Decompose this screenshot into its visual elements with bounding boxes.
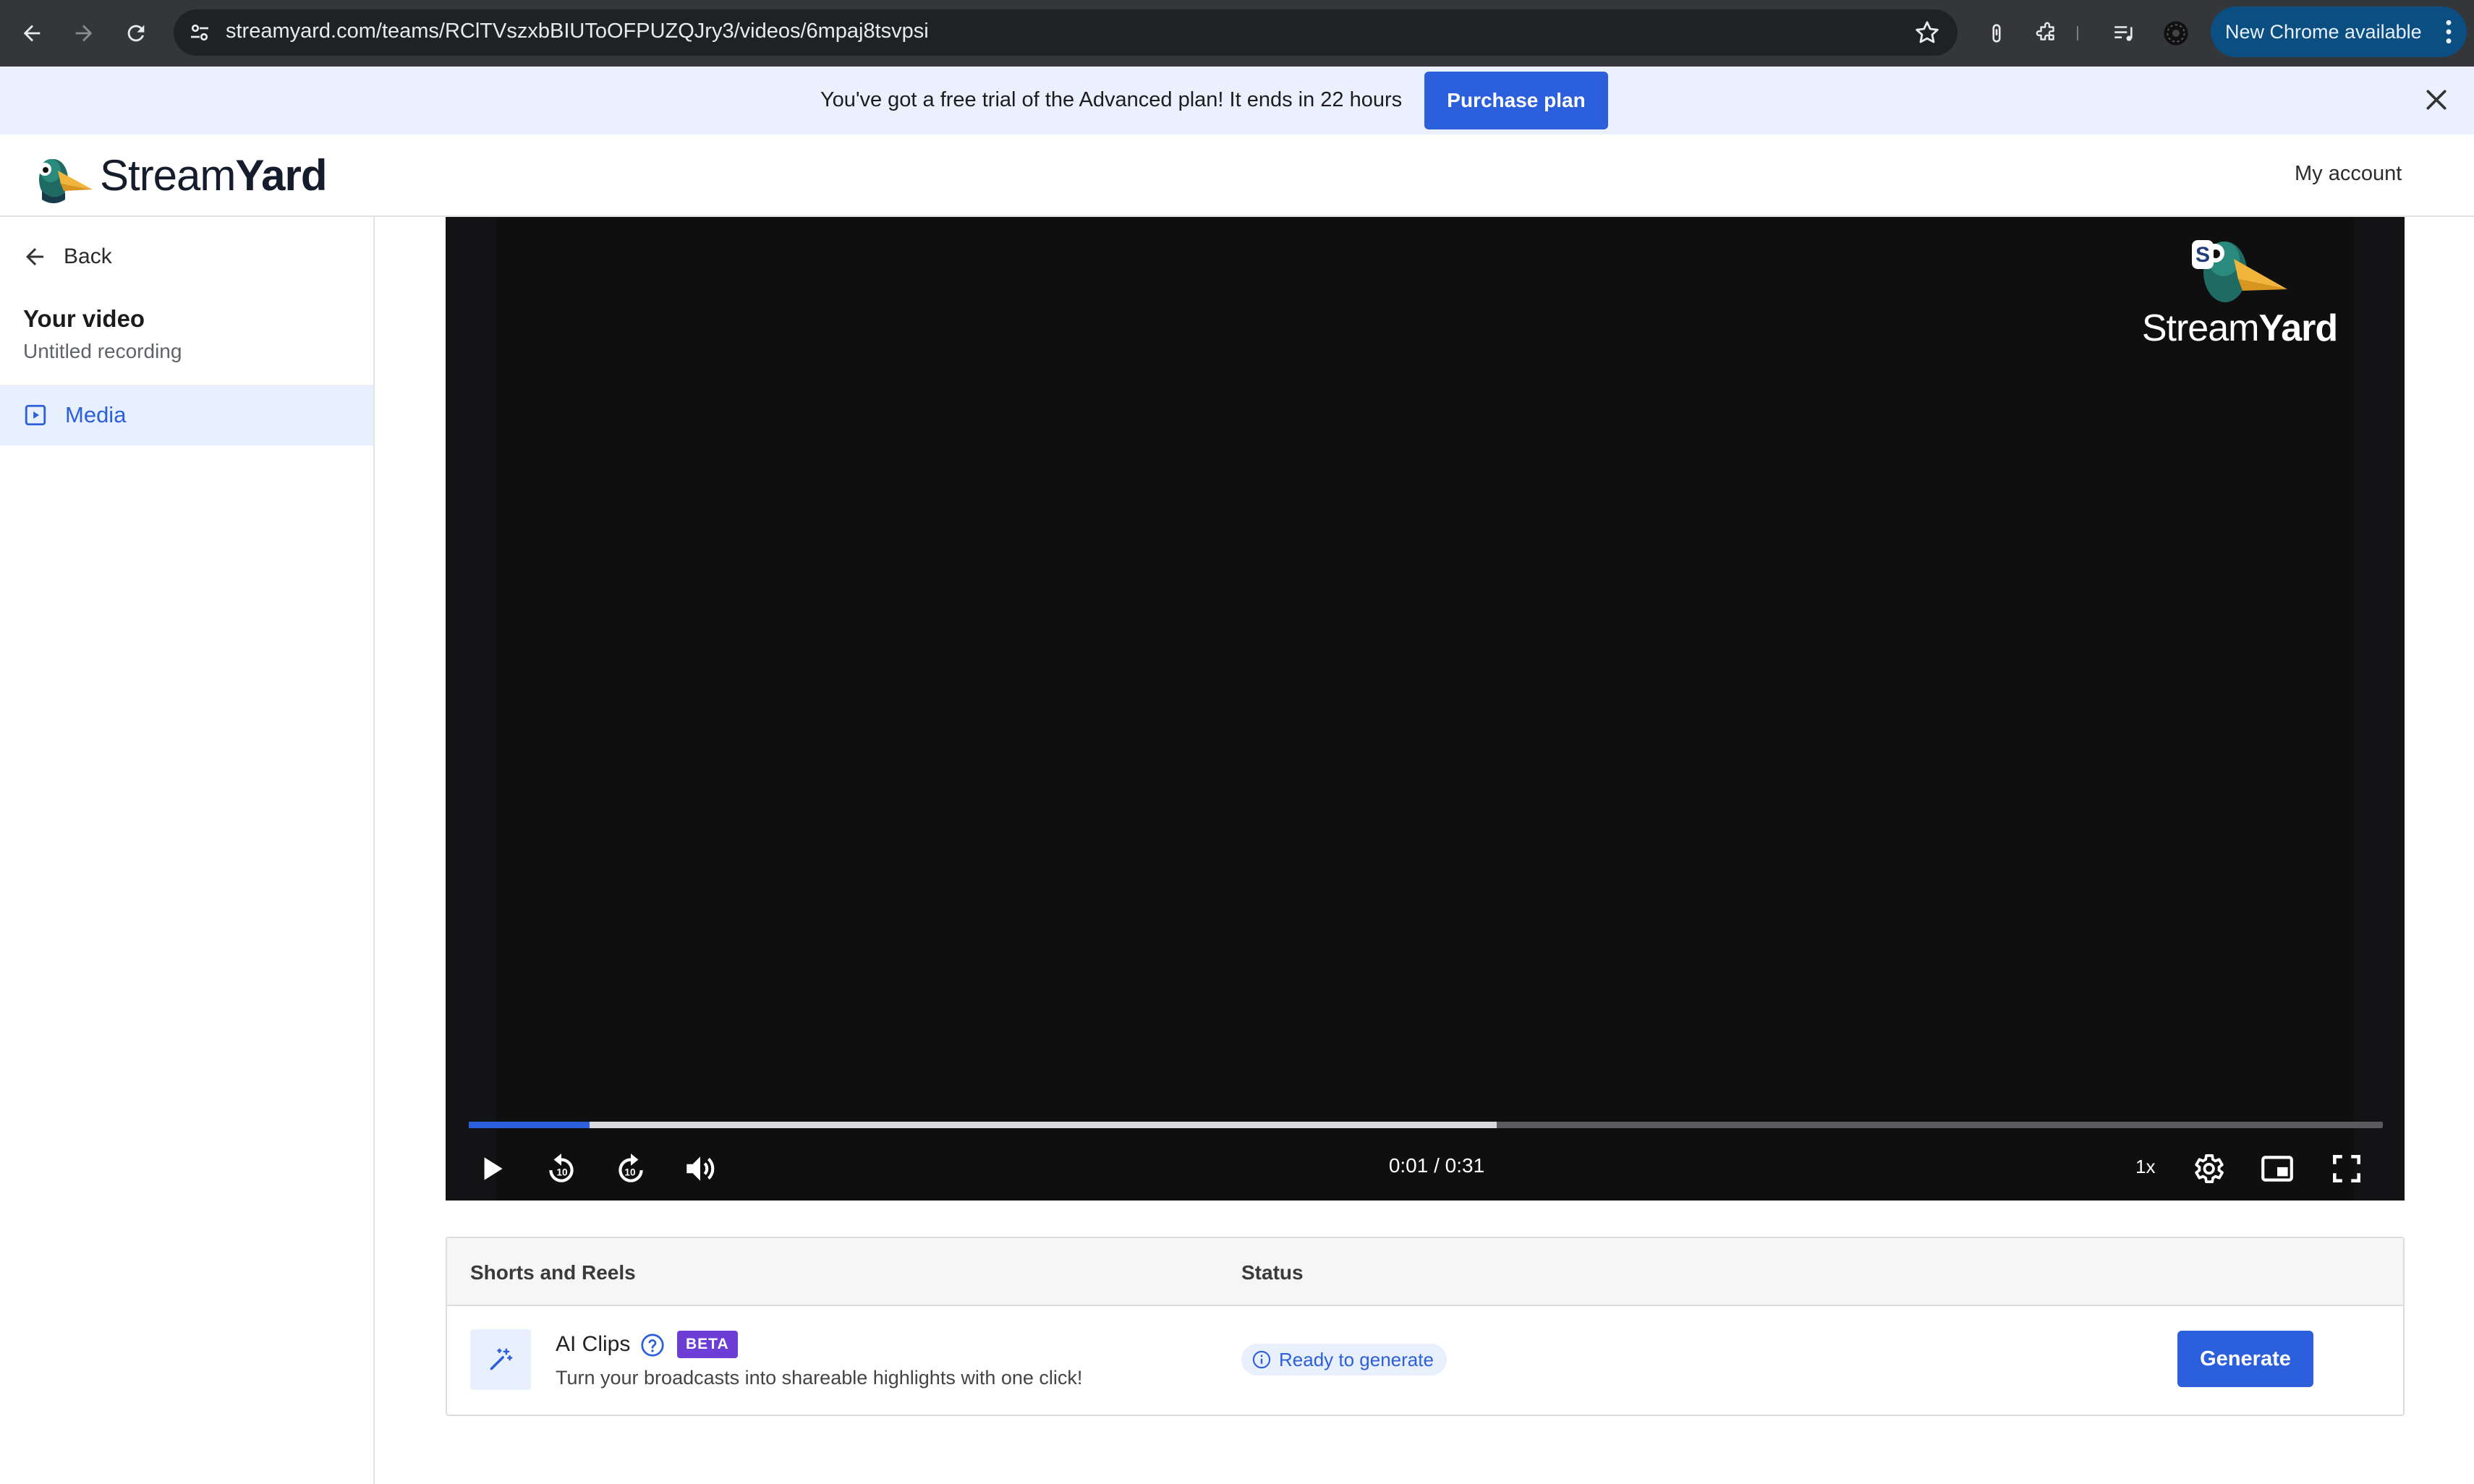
streamyard-watermark: S StreamYard bbox=[2131, 227, 2348, 357]
progress-bar[interactable] bbox=[469, 1122, 2383, 1128]
logo-text-light: Stream bbox=[100, 151, 236, 200]
url-text[interactable]: streamyard.com/teams/RClTVszxbBIUToOFPUZ… bbox=[226, 20, 929, 43]
profile-avatar-icon[interactable] bbox=[2159, 16, 2193, 51]
arrow-left-icon bbox=[26, 248, 43, 265]
status-badge: Ready to generate bbox=[1241, 1344, 1447, 1376]
volume-button[interactable] bbox=[679, 1147, 722, 1190]
time-display: 0:01 / 0:31 bbox=[1388, 1154, 1485, 1177]
beta-badge: BETA bbox=[677, 1331, 738, 1358]
fullscreen-button[interactable] bbox=[2325, 1147, 2368, 1190]
settings-gear-icon bbox=[2195, 1154, 2224, 1183]
trial-banner: You've got a free trial of the Advanced … bbox=[0, 67, 2474, 135]
watermark-text-light: Stream bbox=[2141, 307, 2260, 349]
media-controls-icon[interactable] bbox=[2107, 16, 2141, 51]
address-bar[interactable]: streamyard.com/teams/RClTVszxbBIUToOFPUZ… bbox=[174, 9, 1957, 56]
shorts-and-reels-table: Shorts and Reels Status AI Clips BETA Tu… bbox=[446, 1237, 2405, 1416]
column-header-shorts: Shorts and Reels bbox=[470, 1261, 636, 1284]
watermark-wordmark: StreamYard bbox=[2131, 307, 2348, 350]
browser-forward-icon[interactable] bbox=[67, 16, 101, 51]
sidebar-section-title: Your video bbox=[23, 305, 145, 332]
play-button[interactable] bbox=[470, 1147, 514, 1190]
toolbar-divider bbox=[2070, 16, 2085, 51]
chrome-menu-icon[interactable] bbox=[2445, 18, 2452, 46]
extension-icon[interactable] bbox=[1979, 16, 2014, 51]
close-icon[interactable] bbox=[2422, 85, 2451, 114]
generate-button[interactable]: Generate bbox=[2177, 1331, 2313, 1387]
sidebar: Back Your video Untitled recording Media bbox=[0, 217, 375, 1484]
back-link[interactable]: Back bbox=[22, 239, 112, 275]
app-header: StreamYard My account bbox=[0, 135, 2474, 217]
streamyard-duck-logo-icon[interactable] bbox=[32, 149, 94, 204]
sidebar-item-media[interactable]: Media bbox=[0, 385, 373, 445]
site-settings-icon[interactable] bbox=[187, 20, 213, 46]
watermark-text-bold: Yard bbox=[2258, 307, 2338, 349]
progress-played bbox=[469, 1122, 590, 1128]
picture-in-picture-icon bbox=[2261, 1156, 2293, 1182]
video-frame[interactable] bbox=[496, 217, 2354, 1201]
new-chrome-label: New Chrome available bbox=[2225, 20, 2422, 43]
video-name: Untitled recording bbox=[23, 340, 182, 362]
browser-back-icon[interactable] bbox=[14, 16, 49, 51]
my-account-link[interactable]: My account bbox=[2295, 162, 2402, 186]
extensions-puzzle-icon[interactable] bbox=[2030, 16, 2065, 51]
rewind-10-button[interactable]: 10 bbox=[540, 1147, 583, 1190]
ai-clips-title: AI Clips bbox=[556, 1332, 631, 1356]
svg-text:S: S bbox=[2195, 243, 2210, 267]
forward-10-icon: 10 bbox=[618, 1153, 643, 1182]
sidebar-item-label: Media bbox=[65, 402, 127, 427]
video-player[interactable]: S StreamYard 10 10 0:01 / 0:31 1x bbox=[446, 217, 2405, 1201]
svg-text:10: 10 bbox=[557, 1167, 568, 1177]
bookmark-star-icon[interactable] bbox=[1913, 18, 1942, 47]
help-circle-icon[interactable] bbox=[639, 1332, 666, 1358]
svg-text:10: 10 bbox=[624, 1167, 635, 1177]
back-label: Back bbox=[64, 244, 112, 268]
table-header: Shorts and Reels Status bbox=[447, 1238, 2403, 1306]
ai-clips-description: Turn your broadcasts into shareable high… bbox=[556, 1367, 1083, 1389]
info-icon bbox=[1252, 1350, 1271, 1369]
purchase-plan-button[interactable]: Purchase plan bbox=[1424, 72, 1608, 129]
play-icon bbox=[484, 1157, 503, 1180]
logo-wordmark[interactable]: StreamYard bbox=[100, 150, 327, 200]
new-chrome-available-button[interactable]: New Chrome available bbox=[2211, 7, 2467, 57]
rewind-10-icon: 10 bbox=[549, 1153, 574, 1182]
progress-buffered bbox=[469, 1122, 1497, 1128]
settings-button[interactable] bbox=[2186, 1147, 2229, 1190]
browser-reload-icon[interactable] bbox=[119, 16, 153, 51]
column-header-status: Status bbox=[1241, 1261, 1304, 1284]
play-square-icon bbox=[25, 404, 46, 426]
logo-text-bold: Yard bbox=[235, 151, 327, 200]
playback-speed-button[interactable]: 1x bbox=[2135, 1156, 2155, 1178]
streamyard-duck-watermark-icon: S bbox=[2192, 240, 2287, 302]
fullscreen-icon bbox=[2333, 1155, 2360, 1182]
browser-toolbar: streamyard.com/teams/RClTVszxbBIUToOFPUZ… bbox=[0, 0, 2474, 67]
status-text: Ready to generate bbox=[1279, 1348, 1434, 1370]
magic-wand-icon bbox=[490, 1348, 513, 1370]
trial-message: You've got a free trial of the Advanced … bbox=[820, 88, 1403, 111]
volume-icon bbox=[686, 1156, 715, 1181]
forward-10-button[interactable]: 10 bbox=[609, 1147, 652, 1190]
picture-in-picture-button[interactable] bbox=[2256, 1147, 2299, 1190]
ai-clips-row-icon bbox=[470, 1329, 531, 1390]
